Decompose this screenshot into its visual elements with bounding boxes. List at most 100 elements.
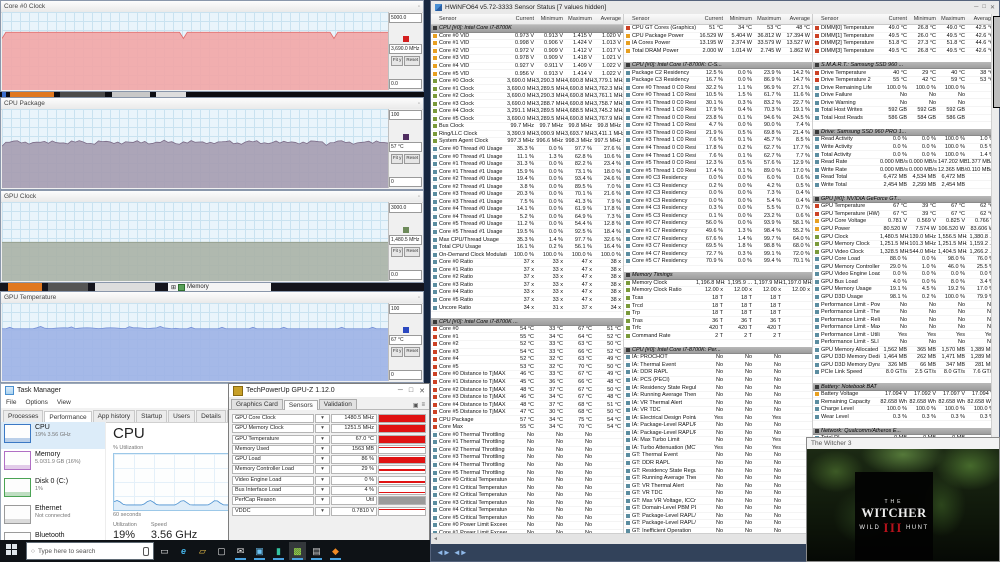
sensor-row[interactable]: Core #2 Ratio37 x33 x47 x38 x	[431, 274, 623, 282]
sensor-row[interactable]: Core #1 Thread #1 Usage15.9 %0.0 %73.1 %…	[431, 168, 623, 176]
sensor-row[interactable]: Total CPU Usage16.1 %0.2 %56.1 %16.4 %	[431, 244, 623, 252]
sensor-row[interactable]: Performance Limit - Reliability V...NoNo…	[813, 316, 992, 324]
mail-icon[interactable]: ✉	[232, 542, 249, 560]
sensor-row[interactable]: GPU Video Engine Load0.0 %0.0 %0.0 %0.0 …	[813, 271, 992, 279]
sensor-row[interactable]: Core #2 Thread #0 Usage19.4 %0.0 %93.4 %…	[431, 176, 623, 184]
sensor-row[interactable]: Total Host Reads586 GB584 GB586 GB	[813, 115, 992, 123]
column-header[interactable]: Average	[594, 16, 623, 22]
sensor-row[interactable]: Core #5 C3 Residency0.1 %0.0 %23.2 %0.6 …	[624, 213, 812, 221]
sensor-row[interactable]: Performance Limit - SLI GPUBo...NoNoNoNo	[813, 339, 992, 347]
y-min-box[interactable]: 0.0	[389, 79, 422, 89]
column-header[interactable]: Maximum	[938, 16, 967, 22]
reset-button[interactable]: Reset	[404, 154, 420, 164]
sensor-row[interactable]: Core #4 Clock3,291.1 MHz3,289.5 MHz4,688…	[431, 108, 623, 116]
reset-button[interactable]: Reset	[404, 347, 420, 357]
fit-y-button[interactable]: Fit y	[391, 154, 404, 164]
sensor-row[interactable]: DIMM[2] Temperature51.8 °C27.3 °C51.8 °C…	[813, 40, 992, 48]
store-icon[interactable]: ▢	[213, 542, 230, 560]
fit-y-button[interactable]: Fit y	[391, 347, 404, 357]
sensor-row[interactable]: Core #3 Critical TemperatureNoNoNo	[431, 499, 623, 507]
sensor-row[interactable]: Core #452 °C32 °C63 °C49 °C	[431, 356, 623, 364]
column-header[interactable]: Maximum	[754, 16, 783, 22]
sensor-row[interactable]: GPU D3D Usage98.1 %0.2 %100.0 %79.9 %	[813, 294, 992, 302]
sensor-row[interactable]: Write Rate0.000 MB/s0.000 MB/s12.365 MB/…	[813, 166, 992, 174]
column-header[interactable]: Sensor	[813, 16, 880, 22]
tab-details[interactable]: Details	[196, 410, 226, 422]
sensor-row[interactable]: Core #4 C3 Residency0.3 %0.0 %5.5 %0.7 %	[624, 205, 812, 213]
sensor-row[interactable]: GT: Package-Level RAPL/PBM PL2,...NoNoNo	[624, 520, 812, 528]
sensor-row[interactable]: CPU Package57 °C34 °C75 °C54 °C	[431, 416, 623, 424]
sensor-row[interactable]: Trcd18 T18 T18 T	[624, 302, 812, 310]
sensor-row[interactable]: DIMM[0] Temperature49.0 °C26.8 °C49.0 °C…	[813, 25, 992, 33]
sensor-row[interactable]: Core #1 Clock3,690.0 MHz3,289.5 MHz4,690…	[431, 85, 623, 93]
sensor-row[interactable]: GT: Domain-Level PBM PLGTNoNoNo	[624, 505, 812, 513]
sensor-row[interactable]: GT: VR TDCNoNoNo	[624, 490, 812, 498]
sensor-row[interactable]: Core #0 Ratio37 x33 x47 x38 x	[431, 259, 623, 267]
sensor-row[interactable]: Drive Remaining Life100.0 %100.0 %100.0 …	[813, 84, 992, 92]
sensor-section-header[interactable]: Memory Timings	[624, 272, 812, 280]
sensor-row[interactable]: Read Total6,472 MB4,534 MB6,472 MB	[813, 174, 992, 182]
sensor-row[interactable]: Core #3 Thread 1 C0 Residency7.6 %0.1 %4…	[624, 137, 812, 145]
sensor-row[interactable]: Core #4 C7 Residency72.7 %0.3 %99.1 %72.…	[624, 250, 812, 258]
chevron-down-icon[interactable]: ▾	[315, 476, 330, 485]
sensor-row[interactable]: GPU Memory Allocated1,562 MB365 MB1,570 …	[813, 347, 992, 355]
sensor-row[interactable]: Core #1 Thread #0 Usage31.3 %0.0 %82.2 %…	[431, 161, 623, 169]
chevron-down-icon[interactable]: ▾	[315, 435, 330, 444]
sensor-row[interactable]: PCIe Link Speed8.0 GT/s2.5 GT/s8.0 GT/s7…	[813, 369, 992, 377]
sensor-section-header[interactable]: CPU [#0]: Intel Core i7-8700K: C-S...	[624, 62, 812, 70]
sensor-row[interactable]: Write Activity0.0 %0.0 %100.0 %0.5 %	[813, 144, 992, 152]
sensor-row[interactable]: Core #0 Power Limit ExceededNoNoNo	[431, 522, 623, 530]
sensor-row[interactable]: GPU Memory Clock1,251.5 MHz101.3 MHz1,25…	[813, 241, 992, 249]
sensor-row[interactable]: Core #054 °C33 °C67 °C51 °C	[431, 326, 623, 334]
sensor-row[interactable]: Core #0 Thread 1 C0 Residency10.5 %1.5 %…	[624, 92, 812, 100]
sensor-row[interactable]: System Agent Clock997.3 MHz996.6 MHz998.…	[431, 138, 623, 146]
sensor-row[interactable]: DIMM[3] Temperature49.5 °C26.8 °C49.5 °C…	[813, 48, 992, 56]
sensor-row[interactable]: Core #4 Thread #1 Usage5.2 %0.0 %64.9 %7…	[431, 214, 623, 222]
sensor-row[interactable]: GPU Temperature67 °C39 °C67 °C62 °C	[813, 203, 992, 211]
sensor-row[interactable]: Core #1 Critical TemperatureNoNoNo	[431, 484, 623, 492]
sensor-row[interactable]: Write Total2,454 MB2,299 MB2,454 MB	[813, 181, 992, 189]
sensor-row[interactable]: Max CPU/Thread Usage35.3 %1.4 %97.7 %32.…	[431, 236, 623, 244]
task-view-icon[interactable]: ▭	[156, 542, 173, 560]
sensor-section-header[interactable]: CPU [#0]: Intel Core i7-8700K ...	[431, 318, 623, 326]
tab-validation[interactable]: Validation	[319, 399, 357, 409]
column-header[interactable]: Current	[880, 16, 909, 22]
sensor-row[interactable]: GPU Memory Usage19.1 %4.5 %19.2 %17.0 %	[813, 286, 992, 294]
start-button[interactable]	[6, 544, 20, 558]
scrollbar-thumb[interactable]	[993, 16, 1000, 108]
sensor-row[interactable]: Core #3 Clock3,690.0 MHz3,288.7 MHz4,690…	[431, 100, 623, 108]
menu-file[interactable]: File	[6, 399, 16, 406]
sensor-row[interactable]: Core #2 C7 Residency67.6 %1.4 %99.7 %64.…	[624, 235, 812, 243]
sensor-row[interactable]: Core #5 Clock3,690.0 MHz3,289.5 MHz4,690…	[431, 116, 623, 124]
console-icon[interactable]: ▮	[270, 542, 287, 560]
sensor-row[interactable]: Core #0 Clock3,690.0 MHz3,290.3 MHz4,690…	[431, 78, 623, 86]
sensor-row[interactable]: Core #3 C3 Residency0.0 %0.0 %5.4 %0.4 %	[624, 198, 812, 206]
sensor-row[interactable]: Command Rate2 T2 T2 T	[624, 332, 812, 340]
sensor-row[interactable]: Core #155 °C34 °C64 °C52 °C	[431, 333, 623, 341]
sensor-row[interactable]: IA: VR TDCNoNoNo	[624, 407, 812, 415]
y-max-box[interactable]: 3000.0	[389, 203, 422, 213]
sensor-row[interactable]: Drive FailureNoNoNo	[813, 92, 992, 100]
column-header[interactable]: Average	[967, 16, 992, 22]
column-header[interactable]: Maximum	[565, 16, 594, 22]
sensor-row[interactable]: Trp18 T18 T18 T	[624, 310, 812, 318]
sensor-row[interactable]: Core #4 Thread 1 C0 Residency7.6 %0.1 %6…	[624, 152, 812, 160]
expand-icon[interactable]: ⊞	[171, 284, 176, 291]
sensor-row[interactable]: Battery Voltage17.094 V17.092 V17.097 V1…	[813, 391, 992, 399]
sensor-row[interactable]: GPU Video Clock1,328.5 MHz544.0 MHz1,404…	[813, 248, 992, 256]
sensor-row[interactable]: Core #1 Thermal ThrottlingNoNoNo	[431, 439, 623, 447]
column-header[interactable]: Current	[507, 16, 536, 22]
close-icon[interactable]: ▫	[418, 295, 420, 301]
close-icon[interactable]: ▫	[418, 4, 420, 10]
sensor-row[interactable]: GT: Thermal EventNoNoNo	[624, 452, 812, 460]
column-header[interactable]: Minimum	[909, 16, 938, 22]
settings-icon[interactable]: ≡	[421, 402, 425, 409]
sensor-row[interactable]: GT: DDR RAPLNoNoNo	[624, 460, 812, 468]
tab-processes[interactable]: Processes	[3, 410, 43, 422]
mic-icon[interactable]	[143, 547, 149, 556]
sensor-row[interactable]: Core #5 Thermal ThrottlingNoNoNo	[431, 469, 623, 477]
column-header[interactable]: Current	[696, 16, 725, 22]
chevron-down-icon[interactable]: ▾	[315, 465, 330, 474]
sensor-row[interactable]: Performance Limit - UtilizationYesYesYes…	[813, 331, 992, 339]
sensor-row[interactable]: IA: Residency State RegulationNoNoNo	[624, 384, 812, 392]
